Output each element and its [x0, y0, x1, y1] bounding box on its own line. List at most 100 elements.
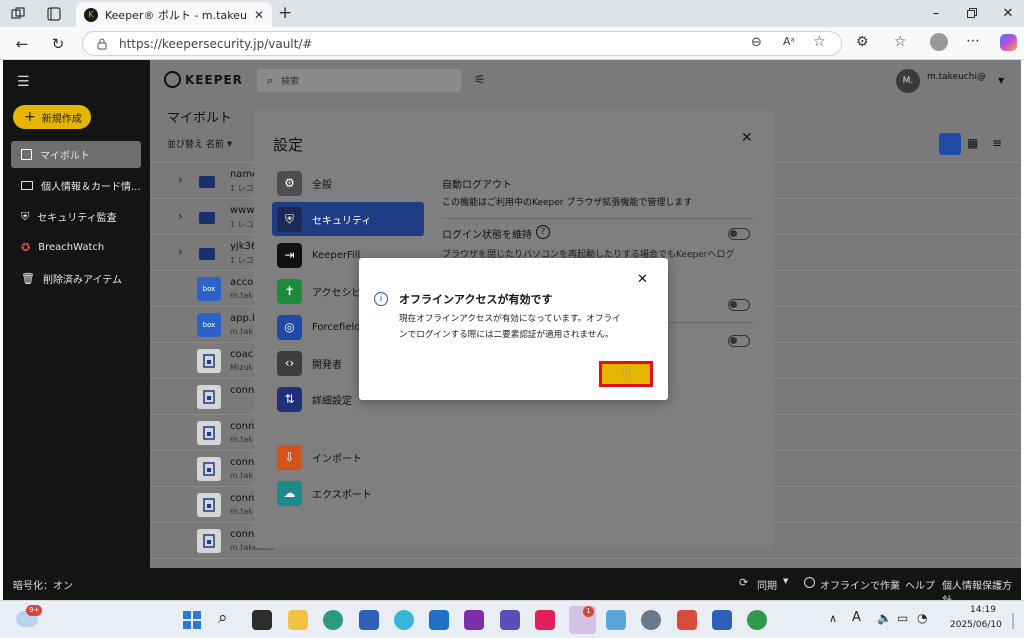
filter-icon[interactable]: ⚟	[474, 73, 486, 88]
settings-menu-item[interactable]: ☁ エクスポート	[272, 476, 424, 510]
hamburger-menu-icon[interactable]: ☰	[17, 74, 30, 90]
site-info-icon[interactable]	[95, 37, 109, 51]
chevron-right-icon[interactable]: ›	[178, 173, 183, 187]
ime-indicator[interactable]: A	[852, 610, 861, 625]
tab-strip: K Keeper® ボルト - m.takeuchi@ ✕ + – ✕	[0, 0, 1024, 27]
workspaces-icon[interactable]	[10, 6, 26, 22]
task-view-icon[interactable]	[252, 610, 272, 630]
onenote-icon[interactable]	[464, 610, 484, 630]
stay-logged-in-toggle[interactable]	[728, 228, 750, 240]
browser-tab[interactable]: K Keeper® ボルト - m.takeuchi@ ✕	[76, 2, 272, 27]
edge-icon[interactable]	[323, 610, 343, 630]
more-menu-icon[interactable]: ⋯	[966, 33, 980, 49]
sync-chevron-icon[interactable]: ▼	[783, 577, 788, 585]
tab-close-icon[interactable]: ✕	[254, 8, 264, 22]
slack-icon[interactable]	[535, 610, 555, 630]
close-window-icon[interactable]: ✕	[1000, 5, 1016, 21]
copilot-icon[interactable]	[1000, 34, 1017, 51]
zoom-icon[interactable]: ⊖	[751, 35, 762, 50]
grid-view-icon[interactable]: ▦	[967, 136, 978, 150]
alert-close-icon[interactable]: ✕	[637, 272, 648, 287]
clock-time[interactable]: 14:19	[970, 605, 996, 615]
tab-title: Keeper® ボルト - m.takeuchi@	[105, 8, 247, 22]
sidebar-item-breachwatch[interactable]: ✪ BreachWatch	[11, 234, 141, 261]
record-subtitle: Mizuk	[230, 363, 254, 372]
settings-menu-item[interactable]: ⚙ 全般	[272, 166, 424, 200]
help-icon[interactable]: ?	[536, 225, 550, 239]
profile-avatar[interactable]	[930, 33, 948, 51]
refresh-icon[interactable]: ↻	[49, 35, 67, 53]
offline-mode-label[interactable]: オフラインで作業	[820, 577, 900, 592]
back-icon[interactable]: ←	[13, 35, 31, 53]
sidebar-item-security-audit[interactable]: ⛨ セキュリティ監査	[11, 203, 141, 230]
settings-close-icon[interactable]: ✕	[741, 130, 753, 146]
start-icon[interactable]	[182, 610, 202, 630]
settings-menu-icon: ⇩	[277, 444, 302, 470]
new-tab-button[interactable]: +	[278, 3, 292, 23]
record-title: conn	[230, 385, 255, 396]
user-menu-chevron-icon[interactable]: ▼	[998, 76, 1004, 85]
search-taskbar-icon[interactable]: ⌕	[218, 608, 228, 628]
m365-icon[interactable]	[500, 610, 520, 630]
record-subtitle: m.tak	[230, 471, 254, 480]
folder-view-button[interactable]	[939, 133, 961, 155]
restore-icon[interactable]	[964, 5, 980, 21]
tab-actions-icon[interactable]	[46, 6, 62, 22]
sidebar-item-deleted[interactable]: 🗑 削除済みアイテム	[11, 265, 141, 292]
record-title: conn	[230, 421, 255, 432]
network-icon[interactable]: ◔	[917, 611, 927, 625]
sync-icon[interactable]: ⟳	[739, 576, 748, 589]
chevron-right-icon[interactable]: ›	[178, 245, 183, 259]
sidebar-item-my-vault[interactable]: マイボルト	[11, 141, 141, 168]
settings-menu-label: 詳細設定	[312, 395, 352, 407]
file-explorer-icon[interactable]	[288, 610, 308, 630]
extensions-icon[interactable]: ⚙	[856, 34, 869, 50]
outlook-icon[interactable]	[429, 610, 449, 630]
keeper-favicon-icon: K	[84, 7, 98, 22]
settings-menu-item[interactable]: ⇩ インポート	[272, 440, 424, 474]
record-subtitle: m.tak	[230, 291, 254, 300]
tray-chevron-icon[interactable]: ∧	[829, 612, 837, 625]
breachwatch-icon: ✪	[21, 241, 31, 254]
search-input[interactable]: ⌕ 検索	[257, 69, 461, 92]
help-link[interactable]: ヘルプ	[905, 577, 935, 592]
record-icon	[197, 457, 221, 481]
settings-menu-icon: ‹›	[277, 350, 302, 376]
sync-button[interactable]: 同期	[757, 577, 777, 592]
chevron-right-icon[interactable]: ›	[178, 209, 183, 223]
sidebar-item-identity[interactable]: 個人情報＆カード情...	[11, 172, 141, 199]
setting-toggle-4[interactable]	[728, 335, 750, 347]
list-view-icon[interactable]: ≡	[992, 136, 1002, 150]
battery-icon[interactable]: ▭	[897, 611, 908, 625]
record-subtitle: m.tak	[230, 327, 254, 336]
store-icon[interactable]	[359, 610, 379, 630]
url-field[interactable]: https://keepersecurity.jp/vault/# ⊖ Aᵃ ☆	[82, 31, 842, 56]
shield-icon: ⛨	[21, 209, 30, 223]
favorite-star-icon[interactable]: ☆	[813, 34, 826, 50]
snipping-tool-icon[interactable]	[677, 610, 697, 630]
plus-icon: +	[24, 109, 36, 125]
clock-date[interactable]: 2025/06/10	[950, 620, 1002, 630]
chrome-icon[interactable]	[747, 610, 767, 630]
read-aloud-icon[interactable]: Aᵃ	[783, 35, 795, 48]
avatar[interactable]: M.	[896, 69, 920, 93]
settings-menu-label: Forcefield	[312, 321, 361, 333]
show-desktop[interactable]	[1012, 613, 1014, 629]
ok-button[interactable]: ☝	[599, 361, 653, 387]
setting-toggle-3[interactable]	[728, 299, 750, 311]
app-icon-12[interactable]	[606, 610, 626, 630]
record-subtitle: m.tak	[230, 435, 254, 444]
minimize-icon[interactable]: –	[928, 5, 944, 21]
favorites-icon[interactable]: ☆	[894, 34, 907, 50]
settings-taskbar-icon[interactable]	[641, 610, 661, 630]
app-icon-6[interactable]	[394, 610, 414, 630]
new-item-button[interactable]: + 新規作成	[13, 105, 91, 129]
card-icon	[21, 181, 33, 190]
speaker-icon[interactable]: 🔈	[877, 611, 892, 625]
sort-control[interactable]: 並び替え 名前 ▼	[167, 137, 232, 151]
word-icon[interactable]	[712, 610, 732, 630]
vault-icon	[21, 149, 32, 160]
settings-menu-item[interactable]: ⛨ セキュリティ	[272, 202, 424, 236]
search-icon: ⌕	[267, 73, 274, 87]
user-name[interactable]: m.takeuchi@	[927, 72, 986, 82]
